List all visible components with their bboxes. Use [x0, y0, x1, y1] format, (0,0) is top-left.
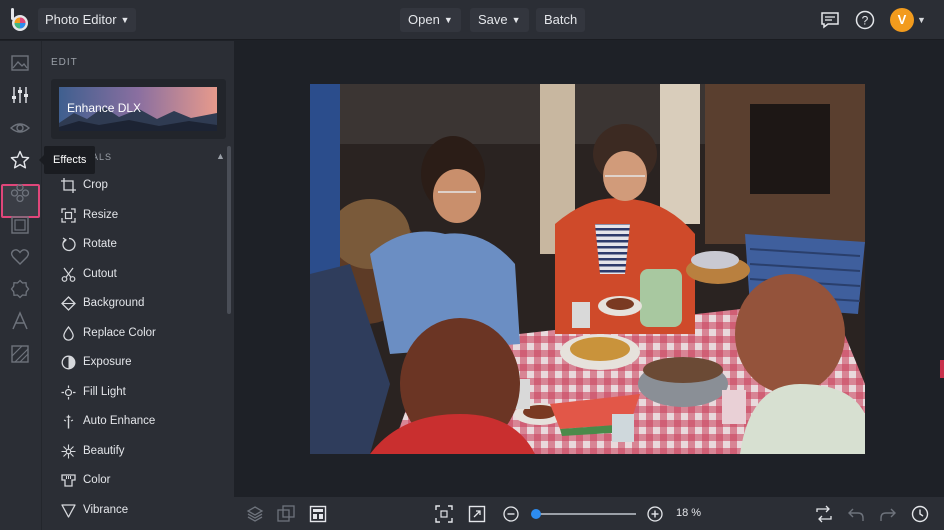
frame-icon[interactable] — [10, 215, 30, 235]
batch-button[interactable]: Batch — [536, 8, 586, 32]
tool-label: Background — [83, 297, 145, 309]
tool-cutout[interactable]: Cutout — [51, 259, 226, 289]
layout-icon[interactable] — [309, 505, 327, 523]
zoom-in-icon[interactable] — [646, 505, 664, 523]
open-label: Open — [408, 12, 440, 27]
heart-icon[interactable] — [10, 247, 30, 267]
flower-icon[interactable] — [10, 183, 30, 203]
svg-text:?: ? — [862, 14, 869, 28]
tool-auto-enhance[interactable]: Auto Enhance — [51, 407, 226, 436]
compare-icon[interactable] — [277, 505, 295, 523]
bottom-toolbar: 18 % — [234, 497, 944, 530]
chevron-down-icon: ▼ — [511, 15, 521, 25]
exposure-icon — [61, 355, 76, 370]
star-icon[interactable] — [10, 150, 30, 170]
chevron-down-icon[interactable]: ▼ — [917, 15, 926, 25]
tool-label: Fill Light — [83, 385, 126, 398]
tool-label: Vibrance — [83, 503, 129, 516]
zoom-slider-handle[interactable] — [531, 509, 541, 519]
sliders-icon[interactable] — [10, 85, 30, 105]
chevron-down-icon: ▼ — [443, 15, 453, 25]
sparkle-icon — [61, 444, 76, 458]
tool-label: Color — [83, 474, 111, 486]
befunky-logo-icon[interactable] — [9, 8, 31, 32]
tool-crop[interactable]: Crop — [51, 171, 226, 200]
redo-icon[interactable] — [879, 505, 897, 523]
side-tab-edge[interactable] — [940, 360, 944, 378]
texture-icon[interactable] — [10, 344, 30, 364]
tool-label: Cutout — [83, 267, 117, 280]
save-label: Save — [478, 12, 508, 27]
sun-icon — [61, 385, 76, 399]
save-dropdown[interactable]: Save ▼ — [470, 8, 529, 32]
drop-icon — [63, 325, 74, 341]
enhance-dlx-card[interactable]: Enhance DLX — [51, 79, 226, 139]
zoom-slider[interactable] — [531, 509, 636, 519]
edit-section-title: EDIT — [51, 57, 78, 68]
enhance-dlx-label: Enhance DLX — [67, 101, 142, 115]
flip-icon[interactable] — [815, 505, 833, 523]
resize-icon — [61, 207, 76, 223]
edit-panel: EDIT Enhance DLX ALS ▲ Crop Resize Rotat… — [41, 41, 234, 530]
tool-rotate[interactable]: Rotate — [51, 230, 226, 259]
top-bar: Photo Editor ▼ Open ▼ Save ▼ Batch ? V ▼ — [0, 0, 944, 40]
app-mode-dropdown[interactable]: Photo Editor ▼ — [38, 8, 137, 32]
tool-label: Resize — [83, 208, 119, 221]
history-icon[interactable] — [911, 505, 929, 523]
zoom-out-icon[interactable] — [502, 505, 520, 523]
layers-icon[interactable] — [246, 505, 264, 523]
effects-tooltip: Effects — [38, 146, 96, 174]
app-mode-label: Photo Editor — [45, 12, 117, 27]
tool-exposure[interactable]: Exposure — [51, 348, 226, 377]
open-dropdown[interactable]: Open ▼ — [400, 8, 461, 32]
tool-background[interactable]: Background — [51, 289, 226, 318]
fit-screen-icon[interactable] — [435, 505, 453, 523]
tool-beautify[interactable]: Beautify — [51, 436, 226, 466]
tool-replace-color[interactable]: Replace Color — [51, 318, 226, 348]
undo-icon[interactable] — [847, 505, 865, 523]
photo-canvas[interactable] — [310, 84, 865, 454]
magic-wand-icon — [63, 414, 74, 429]
crop-icon — [61, 178, 76, 193]
batch-label: Batch — [544, 12, 578, 27]
scissors-icon — [61, 267, 76, 282]
help-icon[interactable]: ? — [855, 10, 875, 30]
tool-label: Replace Color — [83, 326, 156, 339]
text-icon[interactable] — [10, 311, 30, 331]
canvas-area — [234, 41, 944, 497]
badge-icon[interactable] — [10, 279, 30, 299]
chevron-down-icon: ▼ — [120, 15, 130, 25]
triangle-icon — [61, 503, 76, 518]
tool-fill-light[interactable]: Fill Light — [51, 377, 226, 407]
feedback-icon[interactable] — [820, 10, 840, 30]
zoom-percent: 18 % — [676, 507, 702, 519]
eye-icon[interactable] — [10, 118, 30, 138]
panel-scrollbar[interactable] — [227, 146, 231, 314]
background-icon — [61, 296, 76, 311]
actual-size-icon[interactable] — [468, 505, 486, 523]
tool-color[interactable]: Color — [51, 466, 226, 495]
tool-label: Exposure — [83, 356, 132, 368]
tool-label: Beautify — [83, 444, 125, 457]
chevron-up-icon: ▲ — [216, 151, 225, 161]
tool-label: Rotate — [83, 238, 117, 250]
image-icon[interactable] — [10, 53, 30, 73]
tool-vibrance[interactable]: Vibrance — [51, 495, 226, 525]
tool-label: Auto Enhance — [83, 415, 156, 427]
color-icon — [61, 474, 76, 487]
user-avatar[interactable]: V — [890, 8, 914, 32]
tool-resize[interactable]: Resize — [51, 200, 226, 230]
tool-rail — [0, 41, 41, 530]
tool-label: Crop — [83, 179, 108, 191]
rotate-icon — [62, 237, 76, 252]
